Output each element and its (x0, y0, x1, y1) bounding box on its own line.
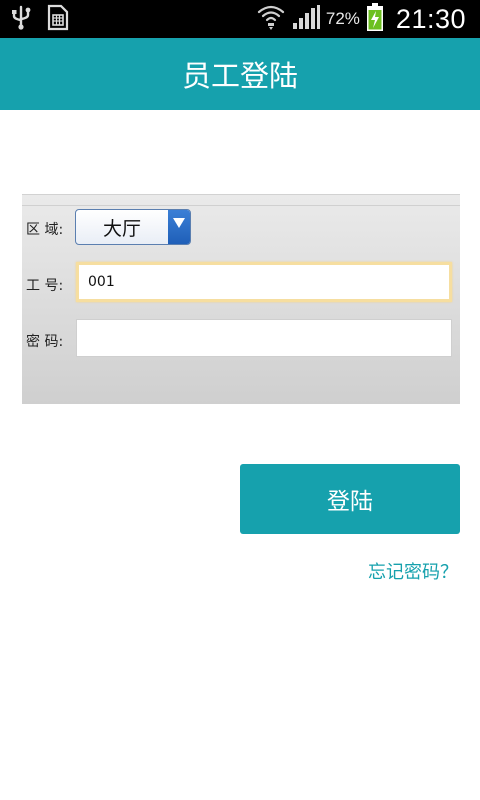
dropdown-arrow-icon[interactable] (168, 210, 190, 244)
password-label: 密 码: (26, 334, 64, 350)
divider (22, 205, 460, 206)
status-bar: 72% 21:30 (0, 0, 480, 38)
password-input[interactable] (76, 319, 452, 357)
region-selected-value: 大厅 (102, 217, 141, 240)
usb-icon (10, 4, 32, 34)
page-title: 员工登陆 (181, 59, 298, 93)
status-right-icons: 72% 21:30 (256, 0, 466, 38)
sd-card-icon (46, 3, 70, 35)
employee-id-input[interactable] (76, 262, 452, 302)
battery-percent: 72% (325, 9, 360, 28)
battery-charging-icon (366, 2, 384, 36)
region-label: 区 域: (26, 222, 64, 238)
login-form: 区 域: 大厅 工 号: 密 码: (22, 194, 460, 404)
app-header: 员工登陆 (0, 38, 480, 110)
forgot-password-link[interactable]: 忘记密码？ (368, 558, 458, 584)
login-button[interactable]: 登陆 (240, 464, 460, 534)
wifi-icon (256, 3, 286, 35)
clock: 21:30 (395, 3, 466, 34)
signal-icon (292, 4, 320, 34)
employee-id-label: 工 号: (26, 278, 64, 294)
status-left-icons (10, 4, 70, 34)
region-select[interactable]: 大厅 (75, 209, 191, 245)
